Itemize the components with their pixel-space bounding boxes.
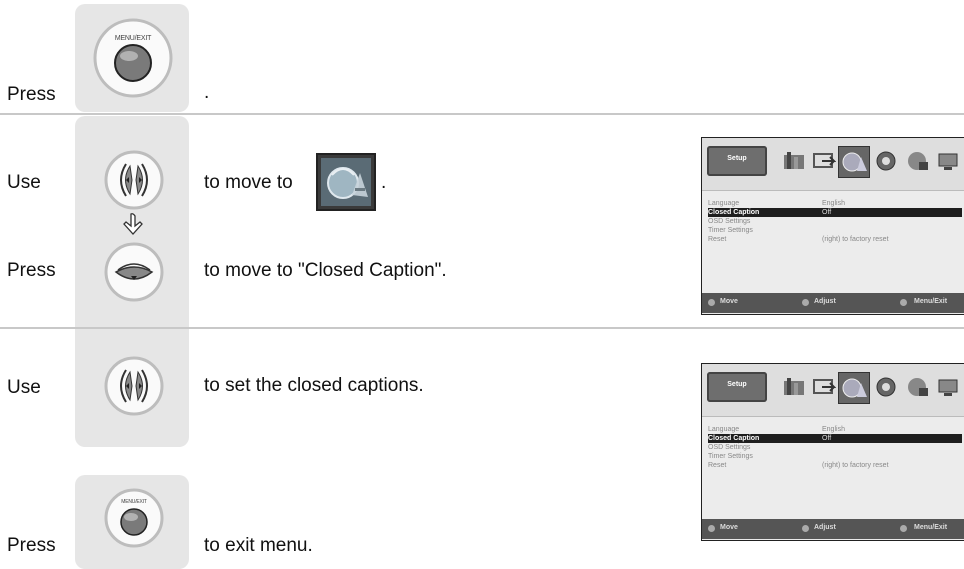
menu-icon [900, 525, 907, 532]
osd-row-reset: Reset (right) to factory reset [708, 235, 962, 244]
osd-row-name: Language [708, 426, 740, 433]
osd-row-name: Closed Caption [708, 435, 760, 442]
sound-icon [874, 149, 898, 173]
osd-row-osd-settings: OSD Settings [708, 443, 962, 452]
step4-label: Use [7, 377, 41, 398]
osd-row-name: Closed Caption [708, 209, 760, 216]
menu-exit-button-icon-2: MENU/EXIT [104, 488, 164, 548]
adjust-icon [802, 299, 809, 306]
osd-row-value: Off [822, 209, 832, 216]
osd-menu-list: Language English Closed Caption Off OSD Se… [702, 417, 964, 519]
osd-row-name: OSD Settings [708, 218, 751, 225]
osd-row-name: Reset [708, 462, 727, 469]
pc-icon [936, 149, 960, 173]
channel-icon [906, 149, 930, 173]
left-right-button-icon [104, 150, 164, 210]
setup-icon [838, 146, 870, 178]
setup-menu-icon [316, 153, 376, 211]
osd-footer: Move Adjust Menu/Exit [702, 293, 964, 313]
osd-row-value: Off [822, 435, 832, 442]
step3-text: to move to "Closed Caption". [204, 260, 447, 281]
step4-text: to set the closed captions. [204, 375, 424, 396]
pc-icon [936, 375, 960, 399]
osd-menu-list: Language English Closed Caption Off OSD Se… [702, 191, 964, 293]
down-button-icon [104, 242, 164, 302]
adjust-icon [802, 525, 809, 532]
step1-text: . [204, 82, 210, 103]
osd-row-value: (right) to factory reset [822, 462, 889, 469]
step3-label: Press [7, 260, 56, 281]
osd-row-closed-caption: Closed Caption Off [708, 434, 962, 443]
step2-text-before: to move to [204, 172, 293, 193]
menu-exit-caption: MENU/EXIT [114, 35, 152, 42]
osd-row-osd-settings: OSD Settings [708, 217, 962, 226]
channel-icon [906, 375, 930, 399]
osd-header: Setup [702, 364, 964, 417]
left-right-button-icon-2 [104, 356, 164, 416]
picture-icon [782, 149, 806, 173]
hand-arrow-icon [120, 212, 148, 238]
osd-tab-label: Setup [727, 155, 747, 162]
osd-footer-move: Move [720, 524, 738, 531]
osd-footer-adjust: Adjust [814, 524, 836, 531]
osd-screenshot-1: Setup Language English Closed Caption Off … [701, 137, 964, 315]
move-icon [708, 525, 715, 532]
osd-row-name: OSD Settings [708, 444, 751, 451]
osd-row-name: Timer Settings [708, 453, 753, 460]
osd-header: Setup [702, 138, 964, 191]
osd-tab: Setup [707, 146, 767, 176]
osd-row-name: Timer Settings [708, 227, 753, 234]
step1-label: Press [7, 84, 56, 105]
step2-label: Use [7, 172, 41, 193]
menu-exit-button-icon: MENU/EXIT [93, 18, 173, 98]
osd-footer-move: Move [720, 298, 738, 305]
sound-icon [874, 375, 898, 399]
menu-icon [900, 299, 907, 306]
osd-footer: Move Adjust Menu/Exit [702, 519, 964, 539]
picture-icon [782, 375, 806, 399]
input-icon [812, 149, 837, 173]
step5-label: Press [7, 535, 56, 556]
step2-text-after: . [381, 172, 387, 193]
osd-screenshot-2: Setup Language English Closed Caption Off … [701, 363, 964, 541]
osd-row-name: Language [708, 200, 740, 207]
osd-footer-menu: Menu/Exit [914, 298, 948, 305]
osd-row-name: Reset [708, 236, 727, 243]
osd-row-language: Language English [708, 199, 962, 208]
input-icon [812, 375, 837, 399]
setup-icon [838, 372, 870, 404]
osd-row-value: (right) to factory reset [822, 236, 889, 243]
move-icon [708, 299, 715, 306]
osd-tab: Setup [707, 372, 767, 402]
divider-1 [0, 113, 964, 115]
osd-row-value: English [822, 426, 845, 433]
osd-row-reset: Reset (right) to factory reset [708, 461, 962, 470]
osd-row-value: English [822, 200, 845, 207]
osd-row-language: Language English [708, 425, 962, 434]
osd-row-closed-caption: Closed Caption Off [708, 208, 962, 217]
osd-row-timer-settings: Timer Settings [708, 226, 962, 235]
osd-row-timer-settings: Timer Settings [708, 452, 962, 461]
step5-text: to exit menu. [204, 535, 313, 556]
osd-tab-label: Setup [727, 381, 747, 388]
menu-exit-caption-2: MENU/EXIT [121, 499, 147, 505]
osd-footer-menu: Menu/Exit [914, 524, 948, 531]
osd-footer-adjust: Adjust [814, 298, 836, 305]
divider-2 [0, 327, 964, 329]
